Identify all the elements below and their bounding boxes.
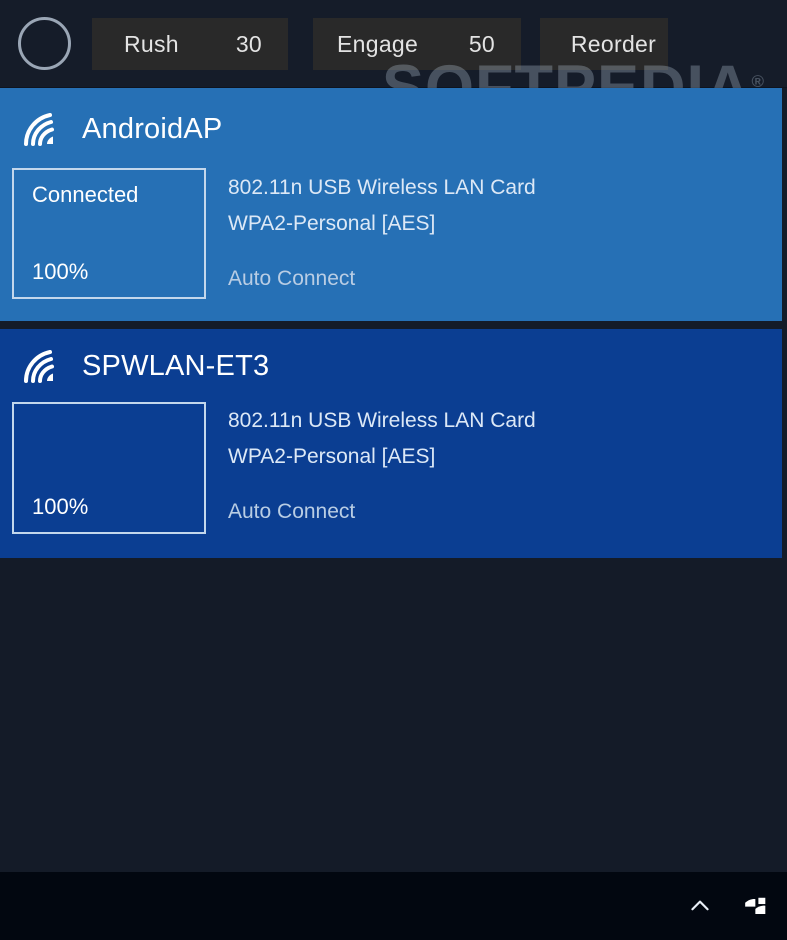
engage-button-label: Engage <box>337 30 419 57</box>
engage-button[interactable]: Engage 50 <box>313 18 521 70</box>
network-list-item[interactable]: AndroidAP Connected 100% 802.11n USB Wir… <box>0 88 782 321</box>
taskbar <box>0 872 787 940</box>
network-wifi-tray-icon[interactable] <box>739 889 773 923</box>
network-status-box: 100% <box>12 402 206 534</box>
network-details: 802.11n USB Wireless LAN Card WPA2-Perso… <box>228 403 536 524</box>
wifi-signal-icon <box>18 110 64 148</box>
wifi-signal-icon <box>18 347 64 385</box>
network-connection-state: Connected <box>32 182 139 207</box>
network-header: SPWLAN-ET3 <box>18 347 269 385</box>
system-tray <box>683 872 773 940</box>
network-security-type: WPA2-Personal [AES] <box>228 212 436 235</box>
network-signal-percent: 100% <box>32 259 89 284</box>
network-status-box: Connected 100% <box>12 168 206 299</box>
network-ssid: AndroidAP <box>82 112 223 145</box>
network-header: AndroidAP <box>18 110 222 148</box>
desktop-background <box>0 558 787 872</box>
app-top-bar: Rush 30 Engage 50 Reorder <box>0 0 787 88</box>
reorder-button-label: Reorder <box>570 30 657 57</box>
engage-button-value: 50 <box>468 30 495 57</box>
network-adapter-name: 802.11n USB Wireless LAN Card <box>228 176 536 199</box>
network-security-type: WPA2-Personal [AES] <box>228 445 436 468</box>
rush-button-label: Rush <box>124 30 179 57</box>
network-ssid: SPWLAN-ET3 <box>82 349 270 382</box>
network-list-item[interactable]: SPWLAN-ET3 100% 802.11n USB Wireless LAN… <box>0 329 782 558</box>
windows-wifi-flyout-screen: Rush 30 Engage 50 Reorder SOFTPEDIA® <box>0 0 787 940</box>
show-hidden-icons-chevron-up-icon[interactable] <box>683 889 717 923</box>
reorder-button[interactable]: Reorder <box>540 18 668 70</box>
rush-button[interactable]: Rush 30 <box>92 18 288 70</box>
network-details: 802.11n USB Wireless LAN Card WPA2-Perso… <box>228 170 536 291</box>
auto-connect-label[interactable]: Auto Connect <box>228 500 536 524</box>
rush-button-value: 30 <box>235 30 262 57</box>
network-adapter-name: 802.11n USB Wireless LAN Card <box>228 409 536 432</box>
auto-connect-label[interactable]: Auto Connect <box>228 267 536 291</box>
circle-outline-icon[interactable] <box>18 17 71 70</box>
network-signal-percent: 100% <box>32 494 89 519</box>
